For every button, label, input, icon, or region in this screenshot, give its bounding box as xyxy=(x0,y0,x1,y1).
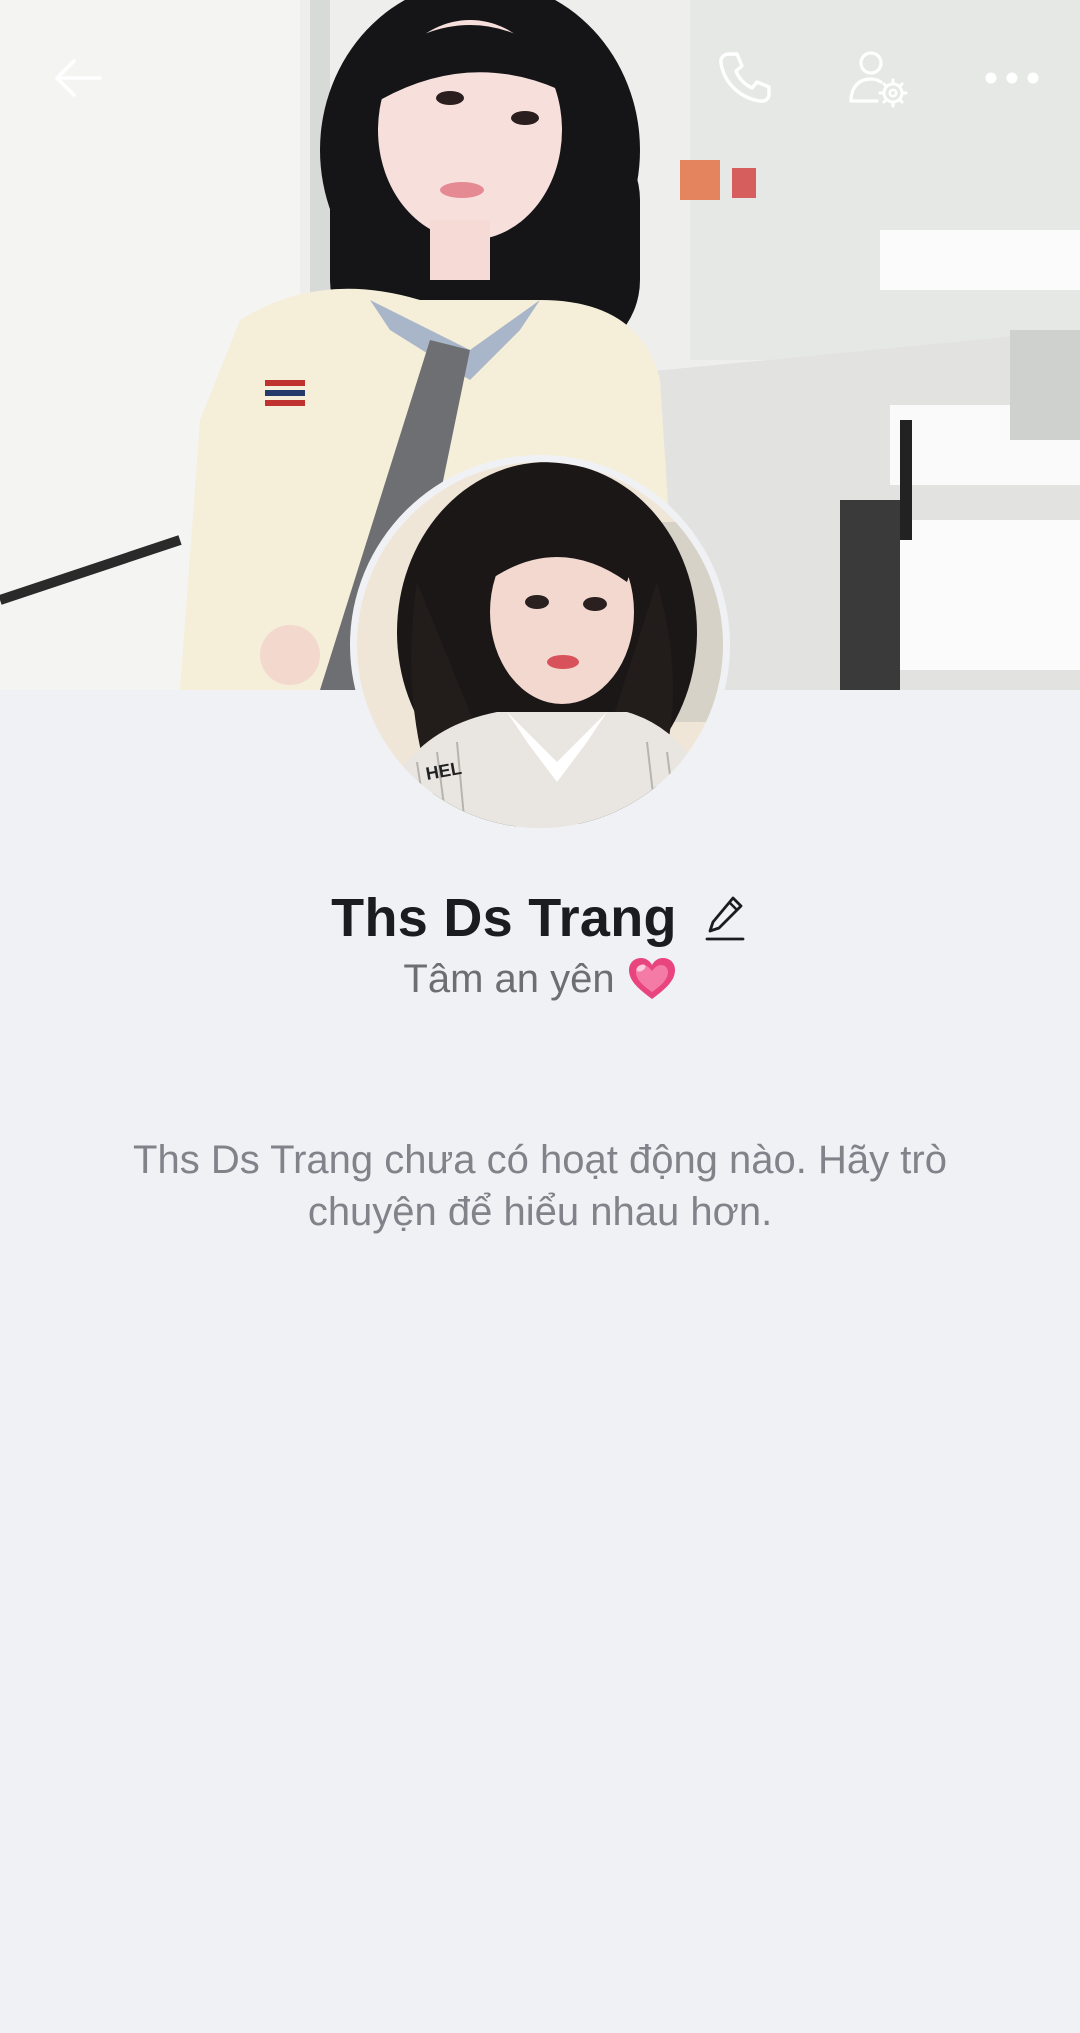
user-settings-icon xyxy=(849,51,908,108)
pencil-icon xyxy=(705,896,745,941)
edit-name-button[interactable] xyxy=(701,890,749,946)
arrow-left-icon xyxy=(55,59,102,97)
avatar[interactable]: HEL xyxy=(357,462,723,828)
profile-status: Tâm an yên xyxy=(0,956,1080,1002)
more-options-button[interactable] xyxy=(970,36,1054,120)
avatar-frame: HEL xyxy=(350,455,730,835)
status-text: Tâm an yên xyxy=(403,956,615,1001)
back-button[interactable] xyxy=(36,36,120,120)
profile-name: Ths Ds Trang xyxy=(331,888,677,948)
pink-heart-icon xyxy=(627,956,677,1002)
more-horizontal-icon xyxy=(985,72,1039,84)
profile-settings-button[interactable] xyxy=(836,36,920,120)
phone-icon xyxy=(719,52,771,103)
profile-name-row: Ths Ds Trang xyxy=(0,878,1080,958)
empty-activity-message: Ths Ds Trang chưa có hoạt động nào. Hãy … xyxy=(133,1138,947,1234)
call-button[interactable] xyxy=(702,36,786,120)
top-app-bar xyxy=(0,0,1080,150)
